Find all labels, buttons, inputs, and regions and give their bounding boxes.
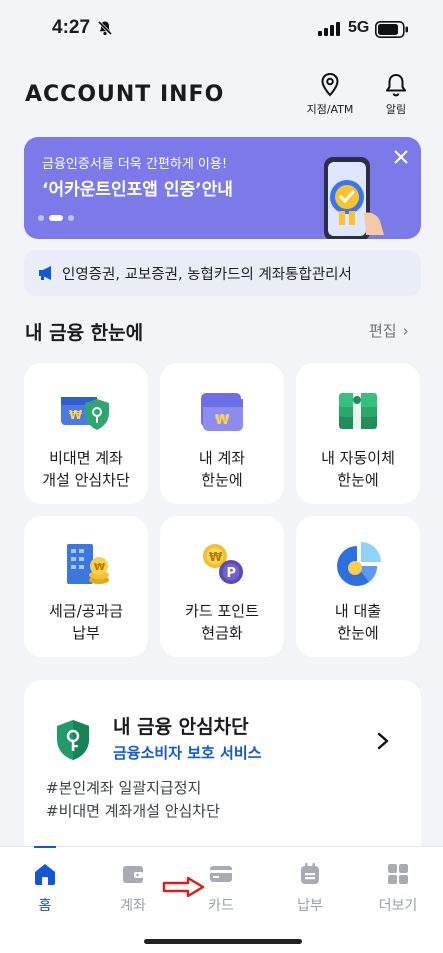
tile-label: 비대면 계좌 개설 안심차단 xyxy=(42,449,130,489)
network-type: 5G xyxy=(348,19,370,36)
nav-more[interactable]: 더보기 xyxy=(368,861,428,915)
tile-auto-transfer[interactable]: 내 자동이체 한눈에 xyxy=(296,363,420,504)
promo-banner[interactable]: 금융인증서를 더욱 간편하게 이용! ‘어카운트인포앱 인증’안내 xyxy=(24,137,421,239)
chevron-right-icon xyxy=(377,732,389,750)
shield-wallet-icon: ₩ xyxy=(61,397,109,430)
svg-text:₩: ₩ xyxy=(209,550,223,564)
alarm-button[interactable]: 알림 xyxy=(366,72,426,117)
tile-my-accounts[interactable]: ₩ 내 계좌 한눈에 xyxy=(160,363,284,504)
money-stack-icon xyxy=(339,393,377,429)
wallet-icon: ₩ xyxy=(201,393,243,431)
megaphone-icon xyxy=(39,266,51,280)
tile-label: 내 대출 한눈에 xyxy=(334,602,382,642)
nav-label: 납부 xyxy=(297,898,323,914)
wallet-icon xyxy=(123,866,143,883)
notice-text: 인영증권, 교보증권, 농협카드의 계좌통합관리서 xyxy=(62,267,352,283)
calendar-icon xyxy=(301,863,319,884)
status-bar: 4:27 5G xyxy=(0,0,443,58)
page-title: ACCOUNT INFO xyxy=(25,82,225,107)
grid-icon xyxy=(388,864,408,884)
building-coin-icon: ₩ xyxy=(67,544,109,584)
bell-off-icon xyxy=(97,20,113,36)
svg-text:₩: ₩ xyxy=(94,562,105,573)
card-icon xyxy=(210,866,232,882)
nav-account[interactable]: 계좌 xyxy=(103,861,163,915)
branch-atm-label: 지점/ATM xyxy=(306,103,354,116)
svg-text:P: P xyxy=(227,566,237,581)
nav-label: 홈 xyxy=(38,898,52,914)
close-icon[interactable] xyxy=(393,149,409,165)
bell-icon xyxy=(386,74,406,97)
nav-label: 계좌 xyxy=(120,898,146,914)
branch-atm-button[interactable]: 지점/ATM xyxy=(300,72,360,117)
edit-button[interactable]: 편집 › xyxy=(369,320,409,341)
financial-protection-card[interactable]: 내 금융 안심차단 금융소비자 보호 서비스 #본인계좌 일괄지급정지 #비대면… xyxy=(24,680,421,850)
tile-nonface-account-block[interactable]: ₩ 비대면 계좌 개설 안심차단 xyxy=(24,363,148,504)
tile-label: 카드 포인트 현금화 xyxy=(185,602,259,642)
nav-home[interactable]: 홈 xyxy=(15,861,75,915)
status-time: 4:27 xyxy=(52,17,91,38)
alarm-label: 알림 xyxy=(385,103,407,116)
banner-pagination xyxy=(38,215,74,221)
tile-my-loans[interactable]: 내 대출 한눈에 xyxy=(296,516,420,657)
nav-label: 더보기 xyxy=(378,898,418,914)
chevron-right-icon: › xyxy=(402,322,409,340)
pie-chart-icon xyxy=(337,542,381,586)
protection-tag: #본인계좌 일괄지급정지 xyxy=(46,779,202,797)
red-arrow-annotation-icon xyxy=(162,876,205,898)
tile-label: 내 계좌 한눈에 xyxy=(198,449,246,489)
tile-card-points[interactable]: ₩ P 카드 포인트 현금화 xyxy=(160,516,284,657)
phone-certificate-icon xyxy=(324,157,384,239)
home-indicator xyxy=(144,939,302,944)
point-coin-icon: ₩ P xyxy=(203,544,243,584)
section-title: 내 금융 한눈에 xyxy=(25,322,144,344)
location-pin-icon xyxy=(321,72,339,97)
banner-title: ‘어카운트인포앱 인증’안내 xyxy=(42,180,233,200)
tile-label: 세금/공과금 납부 xyxy=(48,602,124,642)
protection-subtitle: 금융소비자 보호 서비스 xyxy=(113,744,262,762)
edit-label: 편집 xyxy=(369,322,397,340)
tile-tax-payment[interactable]: ₩ 세금/공과금 납부 xyxy=(24,516,148,657)
svg-text:₩: ₩ xyxy=(215,413,230,428)
bottom-nav: 홈 계좌 카드 납부 더보기 xyxy=(0,846,443,953)
home-icon xyxy=(35,864,55,885)
battery-icon xyxy=(375,21,408,38)
banner-subtitle: 금융인증서를 더욱 간편하게 이용! xyxy=(42,157,228,172)
nav-label: 카드 xyxy=(208,898,234,914)
notice-bar[interactable]: 인영증권, 교보증권, 농협카드의 계좌통합관리서 xyxy=(24,250,421,296)
protection-title: 내 금융 안심차단 xyxy=(113,716,249,738)
nav-active-indicator xyxy=(34,846,56,848)
shield-key-icon xyxy=(57,720,89,760)
signal-icon xyxy=(318,22,340,36)
nav-payment[interactable]: 납부 xyxy=(280,861,340,915)
protection-tag: #비대면 계좌개설 안심차단 xyxy=(46,802,220,820)
tile-label: 내 자동이체 한눈에 xyxy=(321,449,395,489)
svg-text:₩: ₩ xyxy=(69,408,83,422)
